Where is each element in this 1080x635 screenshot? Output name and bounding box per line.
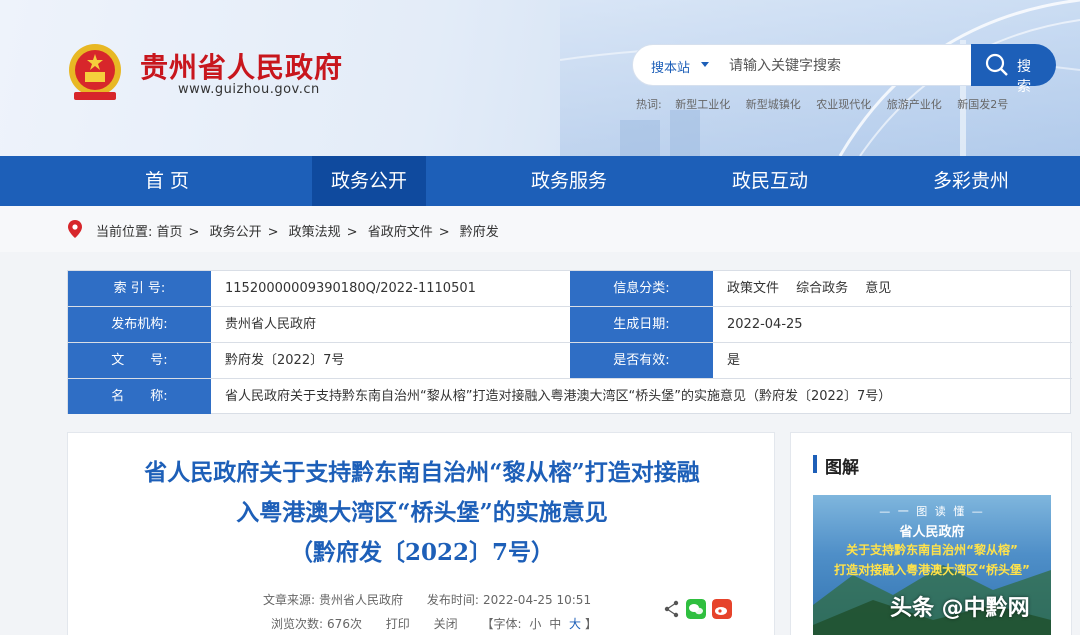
article-title-line: （黔府发〔2022〕7号） — [289, 539, 555, 566]
breadcrumb-link[interactable]: 政务公开 — [210, 225, 262, 240]
site-header: 贵州省人民政府 www.guizhou.gov.cn 搜本站 搜 索 热词: 新… — [0, 0, 1080, 156]
site-name[interactable]: 贵州省人民政府 — [140, 46, 343, 86]
location-pin-icon — [68, 220, 82, 238]
info-key: 发布机构: — [68, 307, 211, 342]
breadcrumb-separator: > — [346, 225, 358, 240]
close-button[interactable]: 关闭 — [434, 617, 458, 631]
search-input[interactable] — [729, 53, 959, 79]
poster-tag: — 一 图 读 懂 — — [879, 505, 985, 518]
hot-word-link[interactable]: 新型城镇化 — [746, 98, 801, 111]
breadcrumb-separator: > — [438, 225, 450, 240]
search-box: 搜本站 — [632, 44, 972, 86]
nav-item-interaction[interactable]: 政民互动 — [713, 156, 827, 206]
illustration-title: 图解 — [825, 458, 859, 478]
font-large-button[interactable]: 大 — [569, 617, 581, 631]
time-label: 发布时间: — [426, 593, 479, 607]
search-scope-select[interactable]: 搜本站 — [651, 57, 690, 76]
time-value: 2022-04-25 10:51 — [482, 593, 592, 607]
print-button[interactable]: 打印 — [386, 617, 410, 631]
info-value: 2022-04-25 — [727, 317, 803, 332]
poster-line: 关于支持黔东南自治州“黎从榕” — [846, 543, 1018, 557]
article-meta: 文章来源: 贵州省人民政府 发布时间: 2022-04-25 10:51 — [263, 591, 595, 608]
breadcrumb: 当前位置: 首页 > 政务公开 > 政策法规 > 省政府文件 > 黔府发 — [0, 206, 1080, 252]
breadcrumb-separator: > — [188, 225, 200, 240]
weibo-icon[interactable] — [712, 599, 732, 619]
source-label: 文章来源: — [263, 593, 316, 607]
breadcrumb-link[interactable]: 首页 — [157, 225, 183, 240]
hot-words: 热词: 新型工业化 新型城镇化 农业现代化 旅游产业化 新国发2号 — [636, 96, 1020, 112]
info-key: 索 引 号: — [68, 271, 211, 306]
search-icon — [985, 53, 1008, 76]
hot-word-link[interactable]: 农业现代化 — [816, 98, 871, 111]
info-key: 是否有效: — [570, 343, 713, 378]
nav-item-home[interactable]: 首 页 — [117, 156, 217, 206]
nav-item-colorful-guizhou[interactable]: 多彩贵州 — [914, 156, 1028, 206]
article-title-line: 省人民政府关于支持黔东南自治州“黎从榕”打造对接融 — [144, 459, 700, 486]
info-row: 索 引 号: 11520000009390180Q/2022-1110501 信… — [68, 271, 1072, 307]
national-emblem-icon — [69, 44, 121, 100]
info-value: 省人民政府关于支持黔东南自治州“黎从榕”打造对接融入粤港澳大湾区“桥头堡”的实施… — [225, 389, 892, 404]
hot-word-link[interactable]: 旅游产业化 — [887, 98, 942, 111]
wechat-icon[interactable] — [686, 599, 706, 619]
info-key: 生成日期: — [570, 307, 713, 342]
breadcrumb-label: 当前位置: — [96, 225, 153, 240]
source-value: 贵州省人民政府 — [319, 593, 404, 607]
nav-item-gov-services[interactable]: 政务服务 — [512, 156, 626, 206]
info-row: 发布机构: 贵州省人民政府 生成日期: 2022-04-25 — [68, 307, 1072, 343]
font-size-label: 【字体: — [481, 617, 522, 631]
section-marker — [813, 455, 817, 473]
breadcrumb-link[interactable]: 省政府文件 — [368, 225, 433, 240]
hot-words-label: 热词: — [636, 98, 662, 111]
hot-word-link[interactable]: 新型工业化 — [675, 98, 730, 111]
info-key: 名 称: — [68, 379, 211, 414]
views-label: 浏览次数: — [271, 617, 324, 631]
font-medium-button[interactable]: 中 — [549, 617, 561, 631]
article-title: 省人民政府关于支持黔东南自治州“黎从榕”打造对接融 入粤港澳大湾区“桥头堡”的实… — [68, 453, 776, 573]
font-small-button[interactable]: 小 — [529, 617, 541, 631]
breadcrumb-link[interactable]: 政策法规 — [289, 225, 341, 240]
article-card: 省人民政府关于支持黔东南自治州“黎从榕”打造对接融 入粤港澳大湾区“桥头堡”的实… — [67, 432, 775, 635]
info-value: 贵州省人民政府 — [225, 317, 317, 332]
share-icon[interactable] — [662, 599, 682, 619]
info-value: 黔府发〔2022〕7号 — [225, 353, 345, 368]
breadcrumb-link[interactable]: 黔府发 — [460, 225, 499, 240]
poster-line: 打造对接融入粤港澳大湾区“桥头堡” — [834, 563, 1030, 577]
info-key: 文 号: — [68, 343, 211, 378]
document-info-table: 索 引 号: 11520000009390180Q/2022-1110501 信… — [67, 270, 1072, 415]
article-tools: 浏览次数: 676次 打印 关闭 【字体: 小 中 大】 — [271, 615, 601, 632]
font-size-end: 】 — [585, 617, 598, 631]
main-nav: 首 页 政务公开 政务服务 政民互动 多彩贵州 — [0, 156, 1080, 206]
info-key: 信息分类: — [570, 271, 713, 306]
poster-line: 省人民政府 — [899, 525, 965, 540]
info-value: 是 — [727, 353, 741, 368]
search-button[interactable]: 搜 索 — [971, 44, 1056, 95]
breadcrumb-separator: > — [267, 225, 279, 240]
views-value: 676次 — [327, 617, 362, 631]
search-button-label: 搜 索 — [1017, 59, 1035, 95]
info-value: 政策文件 综合政务 意见 — [727, 281, 892, 296]
hot-word-link[interactable]: 新国发2号 — [957, 98, 1008, 111]
chevron-down-icon[interactable] — [701, 62, 709, 67]
watermark: 头条 @中黔网 — [890, 596, 1030, 621]
article-title-line: 入粤港澳大湾区“桥头堡”的实施意见 — [236, 499, 608, 526]
info-value: 11520000009390180Q/2022-1110501 — [225, 281, 476, 296]
nav-item-gov-affairs[interactable]: 政务公开 — [312, 156, 426, 206]
info-row: 文 号: 黔府发〔2022〕7号 是否有效: 是 — [68, 343, 1072, 379]
info-row: 名 称: 省人民政府关于支持黔东南自治州“黎从榕”打造对接融入粤港澳大湾区“桥头… — [68, 379, 1072, 415]
site-url: www.guizhou.gov.cn — [178, 82, 320, 97]
